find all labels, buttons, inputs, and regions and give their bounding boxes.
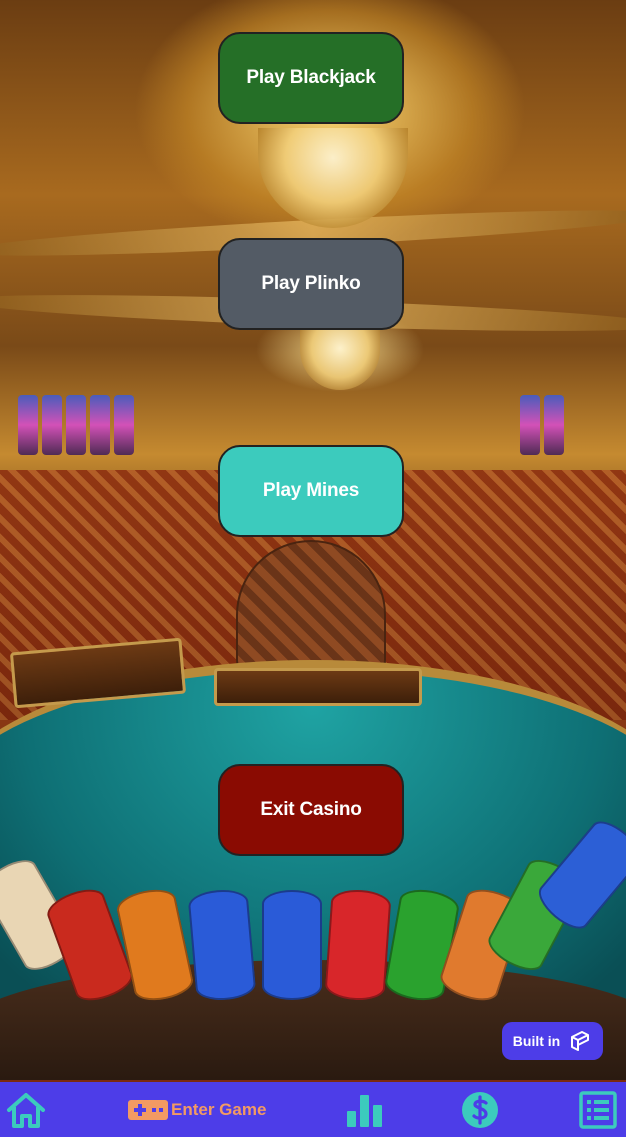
bar-chart-icon — [347, 1095, 382, 1127]
chip-stack-image — [324, 888, 392, 1002]
slot-machine-image — [544, 395, 564, 455]
logo-icon — [571, 1031, 590, 1051]
slot-machine-image — [114, 395, 134, 455]
nav-stats[interactable] — [346, 1090, 384, 1130]
chandelier-image — [258, 128, 408, 228]
exit-casino-button[interactable]: Exit Casino — [218, 764, 404, 856]
enter-game-label: Enter Game — [171, 1100, 267, 1119]
built-in-badge[interactable]: Built in — [502, 1022, 603, 1060]
chip-stack-image — [187, 887, 257, 1003]
built-in-label: Built in — [512, 1033, 561, 1049]
casino-background — [0, 0, 626, 1082]
nav-list[interactable] — [579, 1090, 617, 1130]
nav-enter-game[interactable]: Enter Game — [127, 1090, 266, 1130]
dollar-icon — [462, 1092, 498, 1128]
nav-currency[interactable] — [461, 1090, 499, 1130]
play-mines-button[interactable]: Play Mines — [218, 445, 404, 537]
slot-machine-image — [18, 395, 38, 455]
nav-home[interactable] — [5, 1090, 47, 1130]
chip-tray-image — [214, 668, 422, 706]
slot-machine-image — [42, 395, 62, 455]
list-icon — [579, 1091, 617, 1129]
home-icon — [7, 1093, 45, 1128]
bottom-nav: Enter Game — [0, 1082, 626, 1137]
play-blackjack-button[interactable]: Play Blackjack — [218, 32, 404, 124]
slot-machine-image — [520, 395, 540, 455]
chandelier-image — [300, 330, 380, 390]
play-plinko-button[interactable]: Play Plinko — [218, 238, 404, 330]
gamepad-icon — [128, 1100, 168, 1120]
slot-machine-image — [90, 395, 110, 455]
slot-machine-image — [66, 395, 86, 455]
chip-stack-image — [262, 890, 322, 1000]
chair-image — [236, 540, 386, 680]
